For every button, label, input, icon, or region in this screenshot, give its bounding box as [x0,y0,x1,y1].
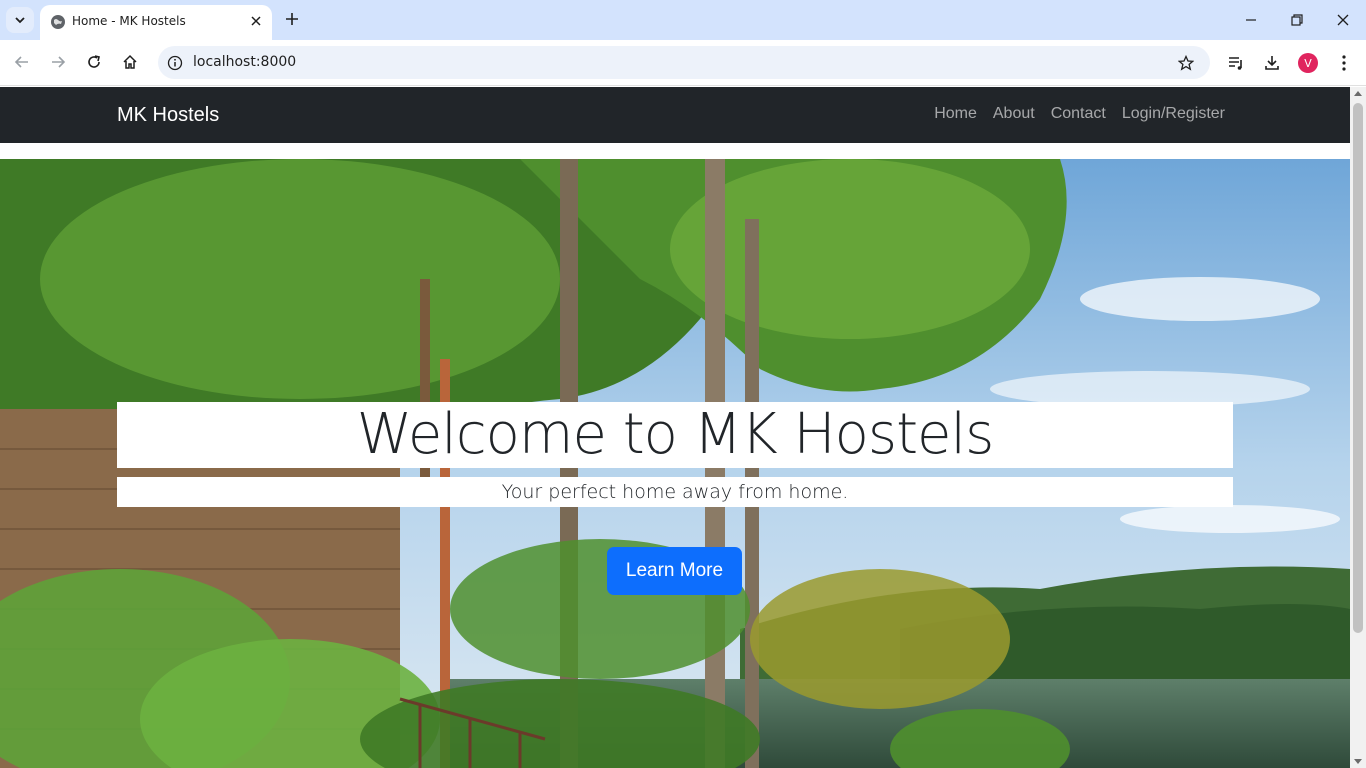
minimize-icon [1246,19,1256,21]
close-window-button[interactable] [1320,0,1366,40]
nav-links: Home About Contact Login/Register [934,105,1225,123]
home-button[interactable] [118,50,142,74]
playlist-icon [1229,57,1242,70]
nav-link-contact[interactable]: Contact [1051,105,1106,123]
download-icon [1265,56,1279,70]
nav-link-login-register[interactable]: Login/Register [1122,105,1225,123]
hero-title: Welcome to MK Hostels [356,402,995,467]
tab-search-button[interactable] [6,7,34,33]
nav-link-home[interactable]: Home [934,105,977,123]
arrow-right-icon [52,56,66,68]
scroll-up-icon[interactable] [1354,91,1362,96]
site-info-button[interactable] [166,54,184,72]
home-icon [123,54,137,69]
learn-more-button[interactable]: Learn More [607,547,742,595]
browser-menu-button[interactable] [1333,52,1355,74]
chevron-down-icon [15,17,25,24]
reload-button[interactable] [82,50,106,74]
close-icon [251,16,261,26]
kebab-menu-icon [1342,55,1346,71]
restore-icon [1291,14,1303,26]
arrow-left-icon [14,56,28,68]
minimize-button[interactable] [1228,0,1274,40]
hero-subtitle-band: Your perfect home away from home. [117,477,1233,507]
scroll-down-icon[interactable] [1354,759,1362,764]
restore-button[interactable] [1274,0,1320,40]
forward-button[interactable] [46,50,70,74]
bookmark-button[interactable] [1176,53,1196,73]
tab-title: Home - MK Hostels [72,14,186,28]
browser-toolbar: localhost:8000 V [0,40,1366,86]
hero-subtitle: Your perfect home away from home. [501,481,849,503]
globe-icon [51,15,65,29]
reload-icon [88,55,100,68]
site-navbar: MK Hostels Home About Contact Login/Regi… [0,87,1350,143]
site-brand[interactable]: MK Hostels [117,104,219,127]
hero-title-band: Welcome to MK Hostels [117,402,1233,468]
address-bar[interactable]: localhost:8000 [158,46,1210,79]
browser-tabstrip: Home - MK Hostels [0,0,1366,40]
profile-avatar[interactable]: V [1298,53,1318,73]
star-icon [1178,55,1194,71]
nav-link-about[interactable]: About [993,105,1035,123]
plus-icon [286,13,298,25]
media-controls-button[interactable] [1225,52,1247,74]
new-tab-button[interactable] [282,9,302,29]
page-scrollbar[interactable] [1350,87,1366,768]
tab-close-button[interactable] [248,13,264,29]
downloads-button[interactable] [1261,52,1283,74]
hero-section: Welcome to MK Hostels Your perfect home … [0,159,1350,768]
scrollbar-thumb[interactable] [1353,103,1363,633]
browser-tab-active[interactable]: Home - MK Hostels [40,5,272,40]
close-icon [1337,14,1349,26]
page-viewport: MK Hostels Home About Contact Login/Regi… [0,87,1350,768]
info-icon [167,55,183,71]
back-button[interactable] [10,50,34,74]
url-text[interactable]: localhost:8000 [193,54,296,70]
